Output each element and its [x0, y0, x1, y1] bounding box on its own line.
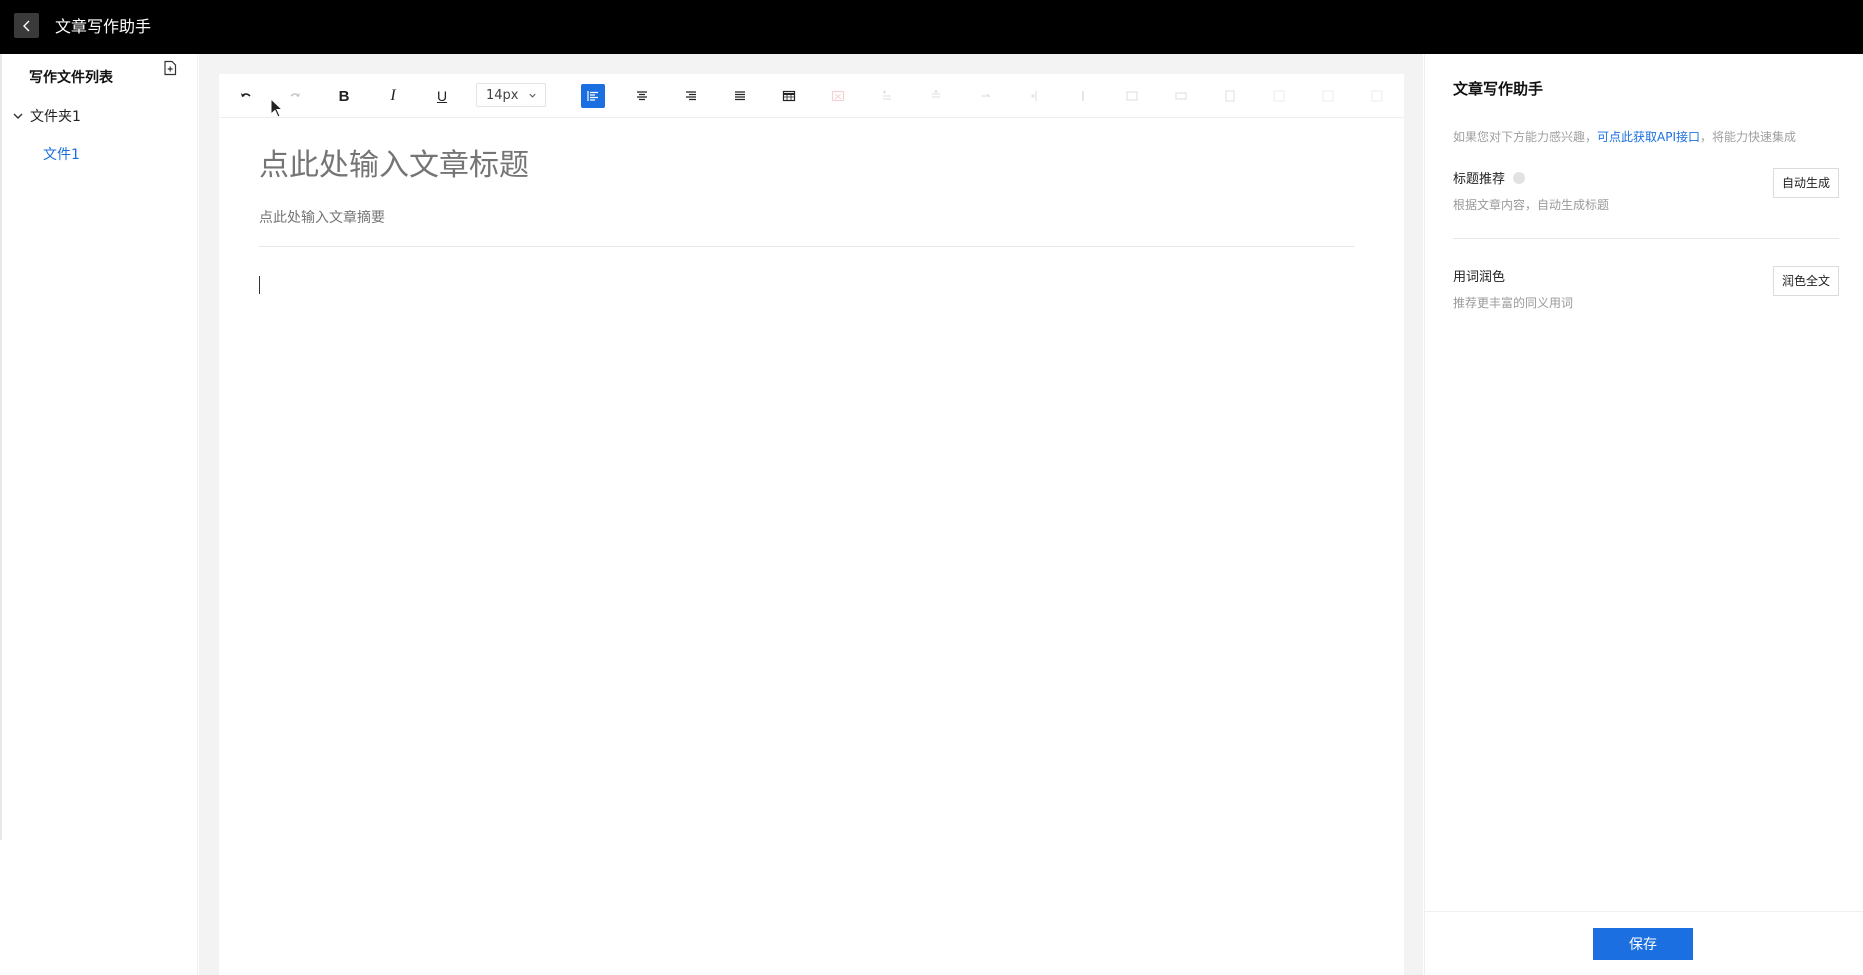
cell-props-button[interactable] [1316, 84, 1340, 108]
assistant-title: 文章写作助手 [1453, 80, 1544, 98]
merge-cells-icon [1126, 91, 1138, 101]
justify-button[interactable] [728, 84, 752, 108]
section-desc: 根据文章内容，自动生成标题 [1453, 198, 1610, 212]
folder-label: 文件夹1 [30, 109, 81, 125]
editor-toolbar: B I U 14px [219, 74, 1404, 118]
title-recommend-section: 标题推荐 根据文章内容，自动生成标题 自动生成 [1453, 168, 1839, 213]
insert-row-below-button[interactable] [924, 84, 948, 108]
polish-all-button[interactable]: 润色全文 [1772, 266, 1839, 296]
undo-icon [241, 93, 251, 97]
section-divider [1453, 238, 1839, 239]
sidebar-edge [0, 54, 2, 840]
file-sidebar: 写作文件列表 文件夹1 文件1 [0, 54, 198, 975]
polish-section: 用词润色 推荐更丰富的同义用词 润色全文 [1453, 266, 1839, 311]
table-header-icon [1225, 90, 1235, 102]
add-file-button[interactable] [162, 60, 180, 78]
delete-row-button[interactable] [973, 84, 997, 108]
chevron-left-icon [22, 20, 29, 31]
app-title: 文章写作助手 [55, 17, 152, 36]
split-cells-icon [1175, 92, 1187, 100]
sidebar-title: 写作文件列表 [29, 70, 113, 86]
table-props-icon [1273, 90, 1285, 102]
article-summary-input[interactable] [259, 210, 1359, 226]
font-size-select[interactable]: 14px [476, 83, 546, 107]
table-icon [782, 90, 796, 102]
title-divider [259, 246, 1354, 247]
cell-props-icon [1322, 90, 1334, 102]
undo-button[interactable] [234, 84, 258, 108]
font-size-value: 14px [486, 87, 519, 103]
mouse-pointer-icon [270, 98, 284, 118]
folder-item[interactable]: 文件夹1 [12, 103, 81, 129]
align-right-icon [686, 91, 696, 101]
add-file-icon [164, 60, 177, 76]
section-title: 用词润色 [1453, 270, 1506, 285]
chevron-down-icon [13, 113, 23, 119]
merge-cells-button[interactable] [1120, 84, 1144, 108]
auto-generate-button[interactable]: 自动生成 [1772, 168, 1839, 198]
italic-button[interactable]: I [381, 84, 405, 108]
api-link[interactable]: 可点此获取API接口 [1597, 130, 1700, 144]
api-hint-suffix: ，将能力快速集成 [1700, 130, 1797, 144]
table-header-button[interactable] [1218, 84, 1242, 108]
assistant-footer: 保存 [1425, 911, 1863, 975]
align-right-button[interactable] [679, 84, 703, 108]
delete-row-icon [981, 93, 991, 98]
align-left-icon [587, 91, 598, 101]
table-props-button[interactable] [1267, 84, 1291, 108]
rich-text-editor: B I U 14px [219, 74, 1404, 975]
assistant-panel: 文章写作助手 如果您对下方能力感兴趣，可点此获取API接口，将能力快速集成 标题… [1424, 54, 1863, 975]
redo-button[interactable] [283, 84, 307, 108]
info-icon[interactable] [1513, 171, 1526, 184]
justify-icon [735, 91, 745, 101]
delete-table-icon [831, 90, 845, 102]
insert-table-button[interactable] [777, 84, 801, 108]
align-center-button[interactable] [630, 84, 654, 108]
insert-row-above-button[interactable] [875, 84, 899, 108]
insert-row-icon [932, 90, 940, 98]
table-style-button[interactable] [1365, 84, 1389, 108]
delete-column-icon [1082, 91, 1084, 101]
table-style-icon [1371, 90, 1383, 102]
api-hint-prefix: 如果您对下方能力感兴趣， [1453, 130, 1598, 144]
delete-table-button[interactable] [826, 84, 850, 108]
redo-icon [290, 93, 300, 97]
split-cells-button[interactable] [1169, 84, 1193, 108]
align-center-icon [637, 91, 647, 101]
chevron-down-icon [529, 93, 536, 98]
article-body[interactable] [259, 274, 1354, 954]
underline-button[interactable]: U [430, 84, 454, 108]
bold-button[interactable]: B [332, 84, 356, 108]
file-item[interactable]: 文件1 [43, 144, 80, 164]
text-caret [259, 276, 260, 294]
insert-column-button[interactable] [1022, 84, 1046, 108]
article-title-input[interactable] [259, 148, 1359, 183]
save-button[interactable]: 保存 [1593, 928, 1693, 960]
insert-row-icon [883, 90, 891, 100]
delete-column-button[interactable] [1071, 84, 1095, 108]
api-hint: 如果您对下方能力感兴趣，可点此获取API接口，将能力快速集成 [1453, 128, 1796, 145]
insert-column-icon [1031, 91, 1037, 101]
align-left-button[interactable] [581, 84, 605, 108]
section-desc: 推荐更丰富的同义用词 [1453, 296, 1574, 310]
back-button[interactable] [14, 13, 39, 38]
section-title: 标题推荐 [1453, 172, 1506, 187]
top-bar: 文章写作助手 [0, 0, 1863, 54]
